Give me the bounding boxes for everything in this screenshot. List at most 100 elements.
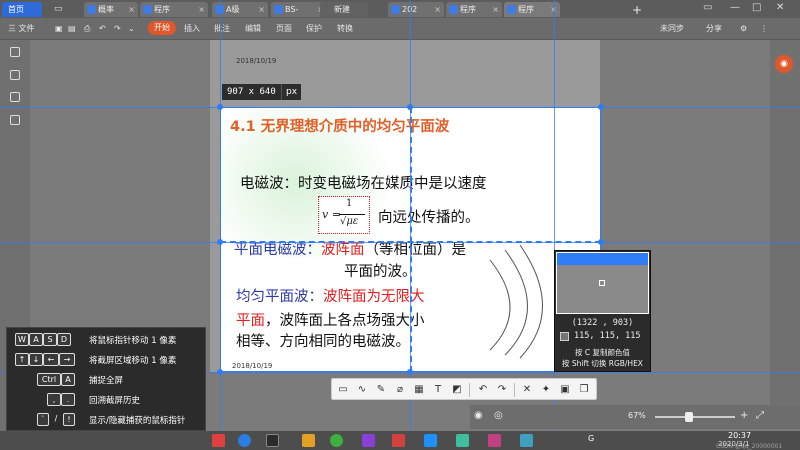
fit-window-icon[interactable]: ⤢ xyxy=(756,410,764,421)
crosshair-icon xyxy=(599,280,605,286)
ribbon-edit-tab[interactable]: 编辑 xyxy=(245,23,261,35)
clock[interactable]: 20:37 xyxy=(728,431,751,440)
doc-icon xyxy=(507,5,516,14)
save-icon[interactable]: ▣ xyxy=(557,382,573,398)
ribbon-review-tab[interactable]: 批注 xyxy=(214,23,230,35)
undo-icon[interactable]: ↶ xyxy=(99,23,106,35)
tab-doc-4[interactable]: BS-× xyxy=(271,2,327,17)
file-menu[interactable]: 三 文件 xyxy=(8,23,35,35)
watermark: CSDN @qq_20000001 xyxy=(716,443,783,450)
text-line-em-wave: 电磁波：时变电磁场在媒质中是以速度 xyxy=(240,176,487,192)
zoom-level[interactable]: 67% xyxy=(628,411,646,420)
bolt-app-icon[interactable] xyxy=(424,434,437,447)
key-cap: ↓ xyxy=(29,353,43,366)
folder-open-icon[interactable]: ▤ xyxy=(68,23,76,35)
capture-size-unit: px xyxy=(281,84,302,100)
new-tab-icon[interactable]: + xyxy=(632,3,642,17)
pin-icon[interactable]: ✦ xyxy=(538,382,554,398)
eraser-icon[interactable]: ◩ xyxy=(449,382,465,398)
toolbar-divider xyxy=(469,383,470,397)
resize-handle[interactable] xyxy=(217,369,223,375)
tab-label: 新建 xyxy=(334,5,350,14)
redo-icon[interactable]: ↷ xyxy=(494,382,510,398)
right-sidebar xyxy=(770,40,800,405)
key-cap: A xyxy=(29,333,43,346)
minimize-icon[interactable]: — xyxy=(730,2,740,13)
undo-icon[interactable]: ↶ xyxy=(475,382,491,398)
monitor-icon[interactable]: ▭ xyxy=(703,2,712,13)
pen-icon[interactable]: ✎ xyxy=(373,382,389,398)
close-icon[interactable]: × xyxy=(128,2,135,17)
sync-status[interactable]: 未同步 xyxy=(660,23,684,35)
resize-handle[interactable] xyxy=(217,104,223,110)
copy-color-hint: 按 C 复制颜色值 xyxy=(574,348,630,357)
tab-doc-1[interactable]: 概率 × xyxy=(84,2,138,17)
app-icon[interactable] xyxy=(520,434,533,447)
close-icon[interactable]: × xyxy=(434,2,441,17)
maximize-icon[interactable]: □ xyxy=(752,2,761,13)
resize-handle[interactable] xyxy=(598,104,604,110)
zoom-slider[interactable] xyxy=(655,416,735,418)
tab-doc-7[interactable]: 程序 × xyxy=(504,2,560,17)
close-icon[interactable]: × xyxy=(492,2,499,17)
ribbon-insert-tab[interactable]: 插入 xyxy=(184,23,200,35)
input-lang[interactable]: G xyxy=(588,434,594,443)
folder-icon[interactable]: ▭ xyxy=(54,4,63,14)
save-icon[interactable]: ▣ xyxy=(55,23,63,35)
settings-icon[interactable]: ⚙ xyxy=(740,23,747,35)
annotation-icon[interactable] xyxy=(10,92,20,102)
marker-icon[interactable]: ⌀ xyxy=(392,382,408,398)
copy-icon[interactable]: ❐ xyxy=(576,382,592,398)
bookmark-icon[interactable] xyxy=(10,47,20,57)
vs-icon[interactable] xyxy=(362,434,375,447)
assistant-icon[interactable]: ◉ xyxy=(775,55,793,73)
tab-doc-2[interactable]: 程序 × xyxy=(140,2,208,17)
more-options-icon[interactable]: ⋮ xyxy=(760,23,768,35)
tab-doc-5[interactable]: 202 × xyxy=(388,2,444,17)
tab-label: 首页 xyxy=(8,5,24,14)
mosaic-icon[interactable]: ▦ xyxy=(411,382,427,398)
app-icon[interactable] xyxy=(456,434,469,447)
resize-handle[interactable] xyxy=(407,369,413,375)
edge-browser-icon[interactable] xyxy=(238,434,251,447)
tab-doc-6[interactable]: 程序 × xyxy=(446,2,502,17)
close-window-icon[interactable]: ✕ xyxy=(776,2,784,13)
resize-handle[interactable] xyxy=(217,239,223,245)
sign-icon[interactable] xyxy=(10,115,20,125)
tab-home[interactable]: 首页 xyxy=(2,2,42,17)
term-uniform-plane-wave: 均匀平面波： xyxy=(236,289,323,305)
resize-handle[interactable] xyxy=(598,239,604,245)
rectangle-icon[interactable]: ▭ xyxy=(335,382,351,398)
ribbon-convert-tab[interactable]: 转换 xyxy=(337,23,353,35)
eye-icon[interactable]: ◉ xyxy=(474,410,483,421)
tab-label: A级 xyxy=(226,5,240,14)
redo-icon[interactable]: ↷ xyxy=(114,23,121,35)
close-icon[interactable]: × xyxy=(258,2,265,17)
share-button[interactable]: 分享 xyxy=(706,23,722,35)
pages-icon[interactable] xyxy=(10,70,20,80)
cancel-icon[interactable]: ✕ xyxy=(519,382,535,398)
magnifier-blue-strip xyxy=(557,253,648,265)
tab-new[interactable]: 新建 xyxy=(320,2,368,17)
shortcut-description: 将鼠标指针移动 1 像素 xyxy=(89,336,177,346)
curve-icon[interactable]: ∿ xyxy=(354,382,370,398)
close-icon[interactable]: × xyxy=(198,2,205,17)
ribbon-start-tab[interactable]: 开始 xyxy=(148,21,176,35)
zoom-in-icon[interactable]: + xyxy=(740,410,748,421)
view-icon[interactable]: ◎ xyxy=(494,410,503,421)
tab-label: 程序 xyxy=(518,5,534,14)
print-icon[interactable]: ⎙ xyxy=(84,23,90,35)
ribbon-protect-tab[interactable]: 保护 xyxy=(306,23,322,35)
doc-icon xyxy=(449,5,458,14)
chrome-icon[interactable] xyxy=(330,434,343,447)
folder-app-icon[interactable] xyxy=(302,434,315,447)
wps-app-icon[interactable] xyxy=(212,434,225,447)
resize-handle[interactable] xyxy=(407,104,413,110)
app-icon[interactable] xyxy=(488,434,501,447)
app-icon[interactable] xyxy=(392,434,405,447)
zoom-slider-thumb[interactable] xyxy=(685,412,693,422)
text-icon[interactable]: T xyxy=(430,382,446,398)
education-icon[interactable] xyxy=(266,434,279,447)
more-icon[interactable]: ⌄ xyxy=(128,23,135,35)
ribbon-page-tab[interactable]: 页面 xyxy=(276,23,292,35)
